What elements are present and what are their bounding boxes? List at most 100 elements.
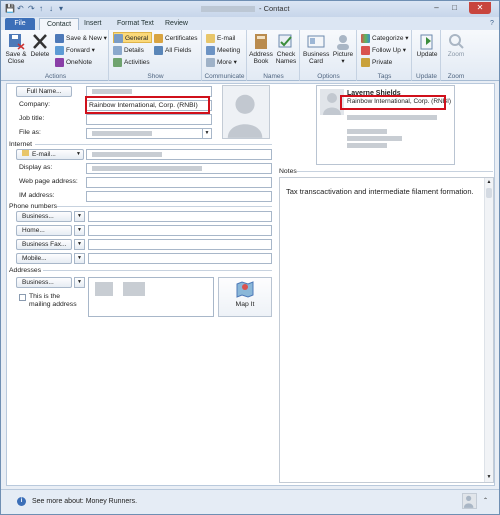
email-select-button[interactable]: E-mail... ▼: [16, 149, 84, 160]
notes-scrollbar[interactable]: ▲ ▼: [484, 178, 493, 482]
save-icon[interactable]: 💾: [5, 4, 15, 14]
business-card-preview[interactable]: Laverne Shields Rainbow International, C…: [316, 85, 455, 165]
tab-file[interactable]: File: [5, 18, 35, 30]
group-label-tags: Tags: [377, 73, 392, 80]
chevron-down-icon: ▼: [76, 151, 81, 157]
contact-form: Full Name... Company: Rainbow Internatio…: [6, 83, 495, 486]
email-button[interactable]: E-mail: [206, 33, 235, 44]
phone-section-label: Phone numbers: [9, 203, 57, 210]
save-new-button[interactable]: Save & New ▾: [55, 33, 107, 44]
notes-textarea[interactable]: Tax transcactivation and intermediate fi…: [279, 177, 494, 483]
group-communicate: E-mail Meeting More ▾ Communicate: [203, 30, 247, 81]
meeting-button[interactable]: Meeting: [206, 45, 240, 56]
display-as-field[interactable]: [86, 163, 272, 174]
full-name-button[interactable]: Full Name...: [16, 86, 72, 97]
business-phone-button[interactable]: Business...: [16, 211, 72, 222]
follow-up-button[interactable]: Follow Up ▾: [361, 45, 406, 56]
zoom-icon: [449, 34, 464, 49]
contact-photo[interactable]: [222, 85, 270, 139]
certificates-button[interactable]: Certificates: [154, 33, 198, 44]
home-phone-button[interactable]: Home...: [16, 225, 72, 236]
divider: [297, 171, 493, 172]
undo-icon[interactable]: ↶: [17, 4, 24, 14]
chevron-down-icon[interactable]: ▼: [74, 239, 85, 250]
file-as-select[interactable]: ▼: [86, 128, 212, 139]
mailing-address-checkbox[interactable]: [19, 294, 26, 301]
delete-button[interactable]: Delete: [29, 33, 51, 58]
close-button[interactable]: ✕: [469, 2, 491, 14]
divider: [43, 270, 272, 271]
tab-insert[interactable]: Insert: [77, 18, 109, 30]
address-type-button[interactable]: Business...: [16, 277, 72, 288]
email-field[interactable]: [86, 149, 272, 160]
chevron-down-icon[interactable]: ▼: [74, 225, 85, 236]
update-button[interactable]: Update: [415, 33, 439, 58]
check-names-button[interactable]: Check Names: [274, 33, 298, 65]
save-new-icon: [55, 33, 64, 43]
expand-pane-icon[interactable]: ⌃: [483, 497, 488, 504]
meeting-icon: [206, 45, 215, 55]
flag-icon: [361, 45, 370, 55]
info-icon: i: [17, 497, 26, 506]
file-as-label: File as:: [19, 129, 41, 136]
maximize-button[interactable]: □: [447, 2, 462, 14]
contact-window: 💾 ↶ ↷ ↑ ↓ ▾ - Contact – □ ✕ File Contact…: [0, 0, 500, 515]
zoom-button[interactable]: Zoom: [444, 33, 468, 58]
address-field[interactable]: [88, 277, 214, 317]
onenote-button[interactable]: OneNote: [55, 57, 92, 68]
tab-format-text[interactable]: Format Text: [110, 18, 161, 30]
picture-button[interactable]: Picture ▾: [331, 33, 355, 65]
previous-item-icon[interactable]: ↑: [39, 4, 43, 14]
internet-section-label: Internet: [9, 141, 33, 148]
group-names: Address Book Check Names Names: [248, 30, 300, 81]
web-page-field[interactable]: [86, 177, 272, 188]
notes-label: Notes: [279, 168, 297, 175]
business-card-button[interactable]: Business Card: [303, 33, 329, 65]
categorize-button[interactable]: Categorize ▾: [361, 33, 409, 44]
mobile-phone-field[interactable]: [88, 253, 272, 264]
address-book-button[interactable]: Address Book: [249, 33, 273, 65]
general-icon: [114, 33, 123, 43]
tab-review[interactable]: Review: [158, 18, 195, 30]
help-icon[interactable]: ?: [483, 18, 500, 30]
scroll-down-icon[interactable]: ▼: [485, 473, 493, 482]
group-label-actions: Actions: [44, 73, 67, 80]
private-button[interactable]: Private: [361, 57, 392, 68]
chevron-down-icon[interactable]: ▼: [74, 211, 85, 222]
next-item-icon[interactable]: ↓: [49, 4, 53, 14]
window-title: - Contact: [201, 4, 289, 13]
business-card-icon: [307, 35, 325, 48]
activities-button[interactable]: Activities: [113, 57, 150, 68]
chevron-down-icon: ▼: [202, 129, 211, 138]
redo-icon[interactable]: ↷: [28, 4, 35, 14]
highlight-box: [340, 95, 446, 110]
map-it-button[interactable]: Map It: [218, 277, 272, 317]
highlight-box: [85, 96, 210, 114]
group-label-show: Show: [147, 73, 164, 80]
mobile-phone-button[interactable]: Mobile...: [16, 253, 72, 264]
categorize-icon: [361, 33, 370, 43]
job-title-field[interactable]: [86, 114, 212, 125]
chevron-down-icon[interactable]: ▼: [74, 277, 85, 288]
divider: [57, 206, 272, 207]
picture-icon: [337, 35, 349, 50]
people-pane-avatar[interactable]: [462, 493, 477, 509]
business-fax-button[interactable]: Business Fax...: [16, 239, 72, 250]
home-phone-field[interactable]: [88, 225, 272, 236]
scroll-thumb[interactable]: [486, 188, 492, 198]
forward-button[interactable]: Forward ▾: [55, 45, 95, 56]
customize-qat-icon[interactable]: ▾: [59, 4, 63, 14]
minimize-button[interactable]: –: [429, 2, 444, 14]
display-as-label: Display as:: [19, 164, 53, 171]
business-phone-field[interactable]: [88, 211, 272, 222]
scroll-up-icon[interactable]: ▲: [485, 178, 493, 187]
general-button[interactable]: General: [113, 32, 153, 43]
tab-contact[interactable]: Contact: [39, 18, 80, 30]
save-close-button[interactable]: Save & Close: [5, 33, 27, 65]
business-fax-field[interactable]: [88, 239, 272, 250]
all-fields-button[interactable]: All Fields: [154, 45, 191, 56]
details-button[interactable]: Details: [113, 45, 144, 56]
chevron-down-icon[interactable]: ▼: [74, 253, 85, 264]
more-button[interactable]: More ▾: [206, 57, 237, 68]
im-address-field[interactable]: [86, 191, 272, 202]
